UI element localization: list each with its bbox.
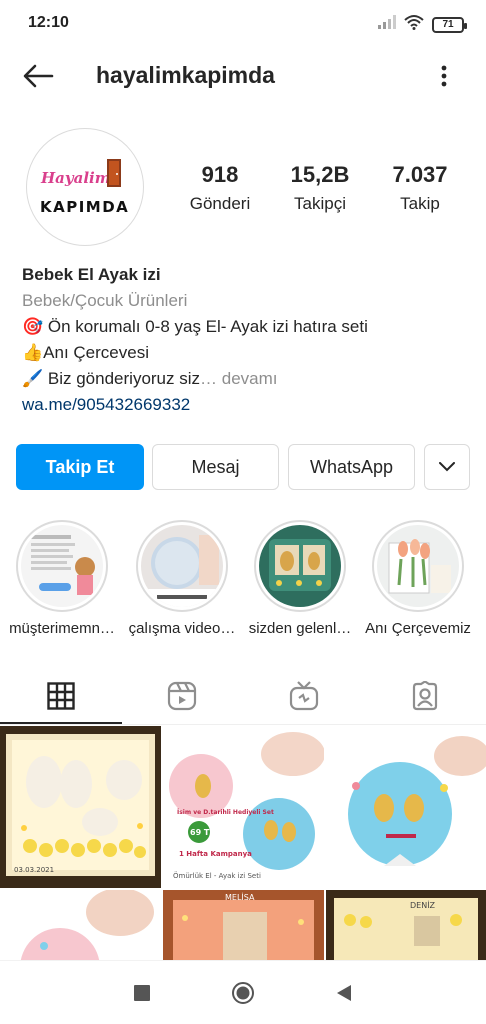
chevron-down-icon bbox=[439, 462, 455, 472]
suggested-accounts-button[interactable] bbox=[424, 444, 470, 490]
highlight-item[interactable]: çalışma video… bbox=[122, 520, 242, 637]
bio-line: 🎯 Ön korumalı 0-8 yaş El- Ayak izi hatır… bbox=[22, 317, 368, 336]
tab-igtv[interactable] bbox=[243, 668, 365, 724]
tv-icon bbox=[289, 681, 318, 711]
stat-posts-count: 918 bbox=[201, 162, 239, 187]
profile-header: hayalimkapimda bbox=[0, 50, 486, 102]
highlight-cover bbox=[16, 520, 108, 612]
status-bar: 12:10 71 bbox=[0, 0, 486, 44]
stat-posts[interactable]: 918 Gönderi bbox=[170, 162, 270, 214]
highlight-cover bbox=[136, 520, 228, 612]
tab-posts-grid[interactable] bbox=[0, 668, 122, 724]
status-icons: 71 bbox=[378, 14, 467, 35]
tab-reels[interactable] bbox=[122, 668, 244, 724]
whatsapp-button[interactable]: WhatsApp bbox=[288, 444, 415, 490]
post2-set-text: İsim ve D.tarihli Hediyeli Set bbox=[177, 809, 274, 816]
bio-line-text: 🖌️ Biz gönderiyoruz siz bbox=[22, 369, 201, 388]
profile-bio: Bebek El Ayak izi Bebek/Çocuk Ürünleri 🎯… bbox=[22, 262, 472, 418]
stat-posts-label: Gönderi bbox=[189, 194, 251, 213]
reels-icon bbox=[168, 681, 197, 711]
stat-followers[interactable]: 15,2B Takipçi bbox=[270, 162, 370, 214]
bio-category: Bebek/Çocuk Ürünleri bbox=[22, 291, 188, 310]
bio-name: Bebek El Ayak izi bbox=[22, 265, 161, 284]
highlight-item[interactable]: müşterimemn… bbox=[2, 520, 122, 637]
post5-name: MELİSA bbox=[225, 892, 255, 902]
battery-icon: 71 bbox=[432, 16, 467, 33]
post2-price: 69 TL bbox=[190, 828, 214, 837]
tagged-person-icon bbox=[413, 681, 438, 711]
stat-following[interactable]: 7.037 Takip bbox=[370, 162, 470, 214]
back-arrow-icon bbox=[23, 64, 54, 88]
bio-more-link[interactable]: … devamı bbox=[200, 369, 277, 388]
status-time: 12:10 bbox=[28, 14, 69, 31]
highlight-item[interactable]: sizden gelenl… bbox=[240, 520, 360, 637]
triangle-back-icon bbox=[337, 985, 351, 1001]
highlight-cover bbox=[254, 520, 346, 612]
posts-grid: 03.03.2021 İsim ve D.tarihli Hediyeli Se… bbox=[0, 726, 486, 966]
stat-following-count: 7.037 bbox=[392, 162, 448, 187]
post-thumbnail[interactable]: DENİZ bbox=[326, 890, 486, 966]
home-button[interactable] bbox=[229, 979, 257, 1007]
post-thumbnail[interactable] bbox=[326, 726, 486, 888]
post-thumbnail[interactable] bbox=[0, 890, 161, 966]
bio-website-link[interactable]: wa.me/905432669332 bbox=[22, 392, 472, 418]
more-vertical-icon bbox=[441, 65, 447, 87]
post2-footer: Ömürlük El - Ayak izi Seti bbox=[173, 871, 261, 880]
stat-following-label: Takip bbox=[400, 194, 440, 213]
profile-username: hayalimkapimda bbox=[96, 62, 275, 88]
system-back-button[interactable] bbox=[330, 979, 358, 1007]
profile-tabs bbox=[0, 668, 486, 724]
post-thumbnail[interactable]: MELİSA bbox=[163, 890, 324, 966]
stat-followers-count: 15,2B bbox=[290, 162, 350, 187]
highlight-label: müşterimemn… bbox=[9, 620, 115, 637]
profile-stats: 918 Gönderi 15,2B Takipçi 7.037 Takip bbox=[170, 162, 470, 214]
post1-date: 03.03.2021 bbox=[14, 866, 54, 874]
wifi-icon bbox=[404, 14, 424, 35]
square-icon bbox=[134, 985, 150, 1001]
post6-name: DENİZ bbox=[410, 900, 436, 910]
system-navigation-bar bbox=[0, 960, 486, 1024]
grid-icon bbox=[47, 682, 75, 710]
profile-avatar[interactable]: Hayalim KAPIMDA bbox=[26, 128, 144, 246]
highlight-label: çalışma video… bbox=[128, 620, 236, 637]
highlight-cover bbox=[372, 520, 464, 612]
post-thumbnail[interactable]: 03.03.2021 bbox=[0, 726, 161, 888]
highlight-label: sizden gelenl… bbox=[248, 620, 352, 637]
logo-line2: KAPIMDA bbox=[40, 198, 129, 216]
highlight-item[interactable]: Anı Çerçevemiz bbox=[358, 520, 478, 637]
recent-apps-button[interactable] bbox=[128, 979, 156, 1007]
follow-button[interactable]: Takip Et bbox=[16, 444, 144, 490]
bio-line: 🖌️ Biz gönderiyoruz siz… devamı bbox=[22, 366, 472, 392]
signal-icon bbox=[378, 15, 396, 34]
bio-line: 👍Anı Çercevesi bbox=[22, 343, 149, 362]
more-options-button[interactable] bbox=[432, 62, 456, 90]
post-thumbnail[interactable]: İsim ve D.tarihli Hediyeli Set 69 TL 1 H… bbox=[163, 726, 324, 888]
message-button[interactable]: Mesaj bbox=[152, 444, 279, 490]
post2-campaign: 1 Hafta Kampanya bbox=[179, 850, 252, 858]
highlight-label: Anı Çerçevemiz bbox=[365, 620, 471, 637]
story-highlights: müşterimemn… çalışma video… sizden gelen… bbox=[0, 520, 486, 650]
tabs-divider bbox=[0, 724, 486, 725]
logo-line1: Hayalim bbox=[40, 169, 111, 187]
back-button[interactable] bbox=[20, 60, 56, 92]
home-circle-icon bbox=[232, 982, 254, 1004]
tab-tagged[interactable] bbox=[365, 668, 486, 724]
stat-followers-label: Takipçi bbox=[294, 194, 346, 213]
